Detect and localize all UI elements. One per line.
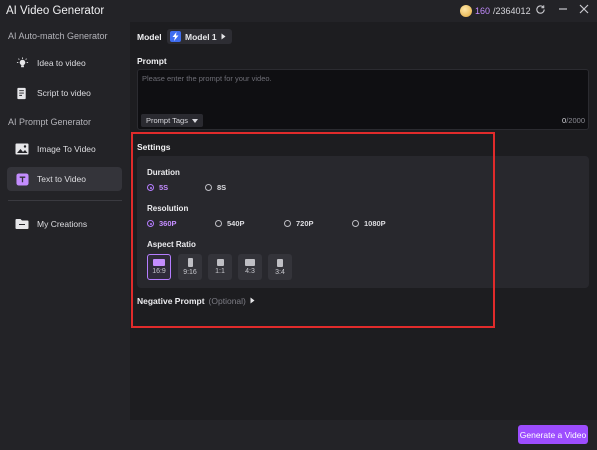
prompt-footer: Prompt Tags 0/2000 [137,112,589,130]
generate-video-button[interactable]: Generate a Video [518,425,588,444]
sidebar-item-label: Image To Video [37,144,96,154]
sidebar-item-label: Text to Video [37,174,86,184]
script-icon [15,86,29,100]
minimize-icon[interactable] [556,4,570,18]
credits-used: 160 [475,6,491,16]
model-label: Model [137,32,162,42]
sidebar-item-label: Idea to video [37,58,86,68]
sidebar-item-my-creations[interactable]: My Creations [7,212,122,236]
sidebar-item-image-to-video[interactable]: Image To Video [7,137,122,161]
prompt-tags-label: Prompt Tags [146,116,188,125]
lightning-icon [170,31,181,42]
model-dropdown[interactable]: Model 1 [167,29,232,44]
sidebar-group-auto-match: AI Auto-match Generator [8,31,108,41]
main-panel: Model Model 1 Prompt Please enter the pr… [130,22,597,450]
caret-down-icon [191,116,198,125]
chevron-right-icon [221,32,226,42]
prompt-placeholder: Please enter the prompt for your video. [142,74,272,83]
sidebar-divider [8,200,122,201]
text-icon [15,172,29,186]
title-bar: AI Video Generator 160/2364012 [0,0,597,22]
credits-display[interactable]: 160/2364012 [460,4,531,18]
refresh-icon[interactable] [533,4,547,18]
sidebar-item-label: Script to video [37,88,91,98]
credits-total: /2364012 [493,6,531,16]
char-counter: 0/2000 [562,116,585,125]
sidebar-item-script-to-video[interactable]: Script to video [7,81,122,105]
highlight-annotation-box [131,132,495,328]
lightbulb-icon [15,56,29,70]
sidebar-item-label: My Creations [37,219,88,229]
image-icon [15,142,29,156]
char-count-max: /2000 [566,116,585,125]
sidebar-item-text-to-video[interactable]: Text to Video [7,167,122,191]
folder-icon [15,217,29,231]
bottom-action-bar: Generate a Video [130,420,597,450]
sidebar-item-idea-to-video[interactable]: Idea to video [7,51,122,75]
close-icon[interactable] [577,4,591,18]
coin-icon [460,5,472,17]
sidebar: AI Auto-match Generator Idea to video Sc… [0,22,130,450]
prompt-label: Prompt [137,56,167,66]
sidebar-group-prompt: AI Prompt Generator [8,117,92,127]
prompt-tags-button[interactable]: Prompt Tags [141,114,203,127]
model-value: Model 1 [185,31,217,42]
app-title: AI Video Generator [6,5,105,17]
